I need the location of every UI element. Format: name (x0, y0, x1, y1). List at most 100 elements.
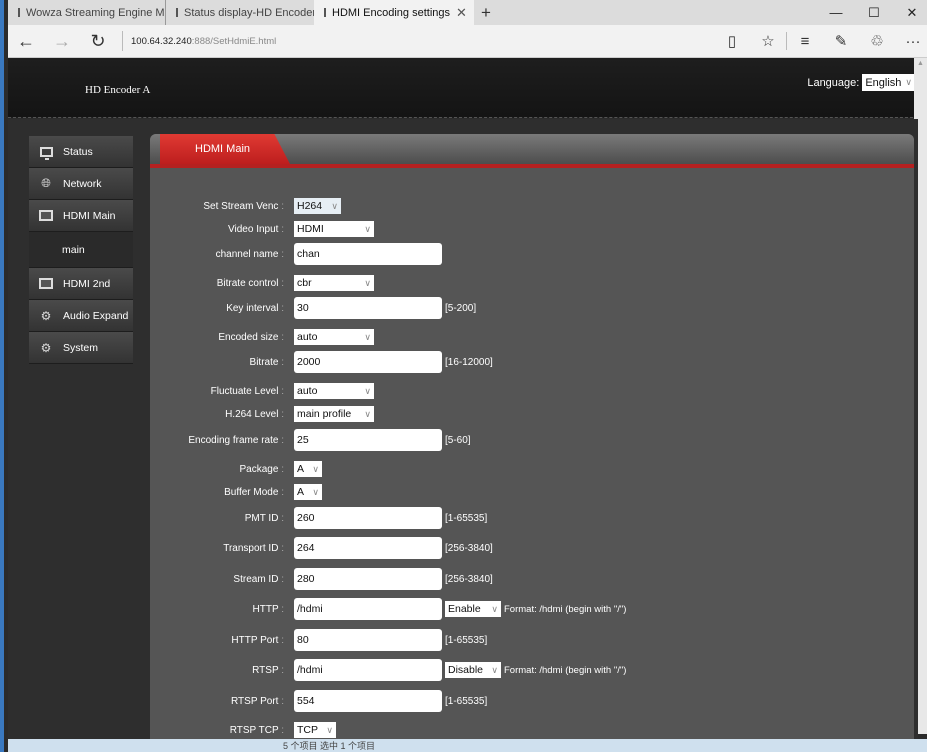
sidebar-subitem-main[interactable]: main (29, 232, 133, 268)
close-window-button[interactable]: ✕ (893, 0, 927, 25)
share-icon[interactable]: ♲ (859, 32, 895, 50)
scroll-up-icon[interactable]: ▲ (914, 58, 927, 70)
row-buffer-mode: Buffer Mode A∨ (150, 484, 914, 500)
rtsp-port-input[interactable]: 554 (294, 690, 442, 712)
refresh-button[interactable]: ↻ (80, 31, 116, 52)
channel-name-input[interactable]: chan (294, 243, 442, 265)
browser-window: Wowza Streaming Engine M Status display-… (0, 0, 927, 752)
fluctuate-level-select[interactable]: auto ∨ (294, 383, 374, 399)
encoded-size-select[interactable]: auto ∨ (294, 329, 374, 345)
sidebar-item-label: main (62, 243, 85, 256)
row-channel-name: channel name chan (150, 243, 914, 265)
package-select[interactable]: A ∨ (294, 461, 322, 477)
page-body: Status 🌐︎ Network HDMI Main main HDMI 2n… (8, 119, 918, 744)
field-label: Encoded size (150, 332, 288, 343)
http-mode-select[interactable]: Enable ∨ (445, 601, 501, 617)
sidebar-item-hdmi-main[interactable]: HDMI Main (29, 200, 133, 232)
sidebar-item-network[interactable]: 🌐︎ Network (29, 168, 133, 200)
rtsp-tcp-select[interactable]: TCP ∨ (294, 722, 336, 738)
row-transport-id: Transport ID 264[256-3840] (150, 537, 914, 559)
hdmi-icon (39, 209, 53, 223)
tab-wowza[interactable]: Wowza Streaming Engine M (8, 0, 166, 25)
web-note-icon[interactable]: ✎ (823, 32, 859, 50)
range-hint: [1-65535] (445, 634, 488, 646)
chevron-down-icon: ∨ (491, 603, 498, 614)
favorite-star-icon[interactable]: ☆ (750, 32, 786, 50)
sidebar-item-label: HDMI 2nd (63, 277, 111, 290)
bitrate-input[interactable]: 2000 (294, 351, 442, 373)
chevron-down-icon: ∨ (364, 408, 371, 419)
window-controls: — ☐ ✕ (817, 0, 927, 25)
maximize-button[interactable]: ☐ (855, 0, 893, 25)
h264-level-select[interactable]: main profile ∨ (294, 406, 374, 422)
chevron-down-icon: ∨ (326, 724, 333, 735)
buffer-mode-select[interactable]: A ∨ (294, 484, 322, 500)
chevron-down-icon: ∨ (491, 664, 498, 675)
row-h264-level: H.264 Level main profile ∨ (150, 406, 914, 422)
video-input-select[interactable]: HDMI ∨ (294, 221, 374, 237)
hub-icon[interactable]: ≡ (787, 33, 823, 50)
http-path-input[interactable]: /hdmi (294, 598, 442, 620)
sidebar-item-label: Status (63, 145, 93, 158)
sidebar-item-label: HDMI Main (63, 209, 116, 222)
more-icon[interactable]: ··· (895, 33, 927, 50)
forward-button[interactable]: → (44, 31, 80, 52)
url-field[interactable]: 100.64.32.240:888/SetHdmiE.html (131, 36, 276, 47)
sidebar-item-system[interactable]: ⚙ System (29, 332, 133, 364)
range-hint: [5-60] (445, 434, 471, 446)
sidebar-item-label: System (63, 341, 99, 354)
minimize-button[interactable]: — (817, 0, 855, 25)
rtsp-path-input[interactable]: /hdmi (294, 659, 442, 681)
key-interval-input[interactable]: 30 (294, 297, 442, 319)
tab-hdmi-encoding[interactable]: HDMI Encoding settings ✕ (314, 0, 474, 25)
back-button[interactable]: ← (8, 31, 44, 52)
chevron-down-icon: ∨ (312, 463, 319, 474)
new-tab-button[interactable]: + (474, 0, 498, 25)
row-rtsp-tcp: RTSP TCP TCP ∨ (150, 722, 914, 738)
field-label: PMT ID (150, 513, 288, 524)
close-tab-icon[interactable]: ✕ (456, 5, 467, 21)
field-label: channel name (150, 249, 288, 260)
select-value: auto (297, 385, 318, 397)
pmt-id-input[interactable]: 260 (294, 507, 442, 529)
frame-rate-input[interactable]: 25 (294, 429, 442, 451)
device-title: HD Encoder A (85, 84, 151, 96)
tab-status-display[interactable]: Status display-HD Encoder (166, 0, 316, 25)
rtsp-mode-select[interactable]: Disable ∨ (445, 662, 501, 678)
select-value: main profile (297, 408, 352, 420)
divider (122, 31, 123, 51)
field-label: Set Stream Venc (150, 201, 288, 212)
transport-id-input[interactable]: 264 (294, 537, 442, 559)
os-status-strip: 5 个项目 选中 1 个项目 (8, 739, 927, 752)
field-label: Encoding frame rate (150, 435, 288, 446)
field-label: Transport ID (150, 543, 288, 554)
chevron-down-icon: ∨ (312, 486, 319, 497)
range-hint: [16-12000] (445, 356, 493, 368)
row-http-port: HTTP Port 80[1-65535] (150, 629, 914, 651)
page-icon (18, 8, 20, 17)
row-stream-id: Stream ID 280[256-3840] (150, 568, 914, 590)
field-label: RTSP TCP (150, 725, 288, 736)
http-port-input[interactable]: 80 (294, 629, 442, 651)
venc-select[interactable]: H264 ∨ (294, 198, 341, 214)
url-host: 100.64.32.240 (131, 35, 192, 47)
tab-hdmi-main[interactable]: HDMI Main (160, 134, 290, 164)
stream-id-input[interactable]: 280 (294, 568, 442, 590)
reading-view-icon[interactable]: ▯ (714, 32, 750, 50)
field-label: RTSP (150, 665, 288, 676)
bitrate-control-select[interactable]: cbr ∨ (294, 275, 374, 291)
sidebar: Status 🌐︎ Network HDMI Main main HDMI 2n… (29, 136, 133, 364)
row-package: Package A∨ (150, 461, 914, 477)
field-label: Bitrate control (150, 278, 288, 289)
field-label: HTTP (150, 604, 288, 615)
language-select[interactable]: English ∨ (862, 74, 914, 91)
field-label: Package (150, 464, 288, 475)
field-label: Video Input (150, 224, 288, 235)
range-hint: [256-3840] (445, 542, 493, 554)
sidebar-item-status[interactable]: Status (29, 136, 133, 168)
sidebar-item-hdmi-2nd[interactable]: HDMI 2nd (29, 268, 133, 300)
sidebar-item-audio-expand[interactable]: ⚙ Audio Expand (29, 300, 133, 332)
chevron-down-icon: ∨ (364, 277, 371, 288)
chevron-down-icon: ∨ (364, 331, 371, 342)
panel-header: HDMI Main (150, 134, 914, 168)
